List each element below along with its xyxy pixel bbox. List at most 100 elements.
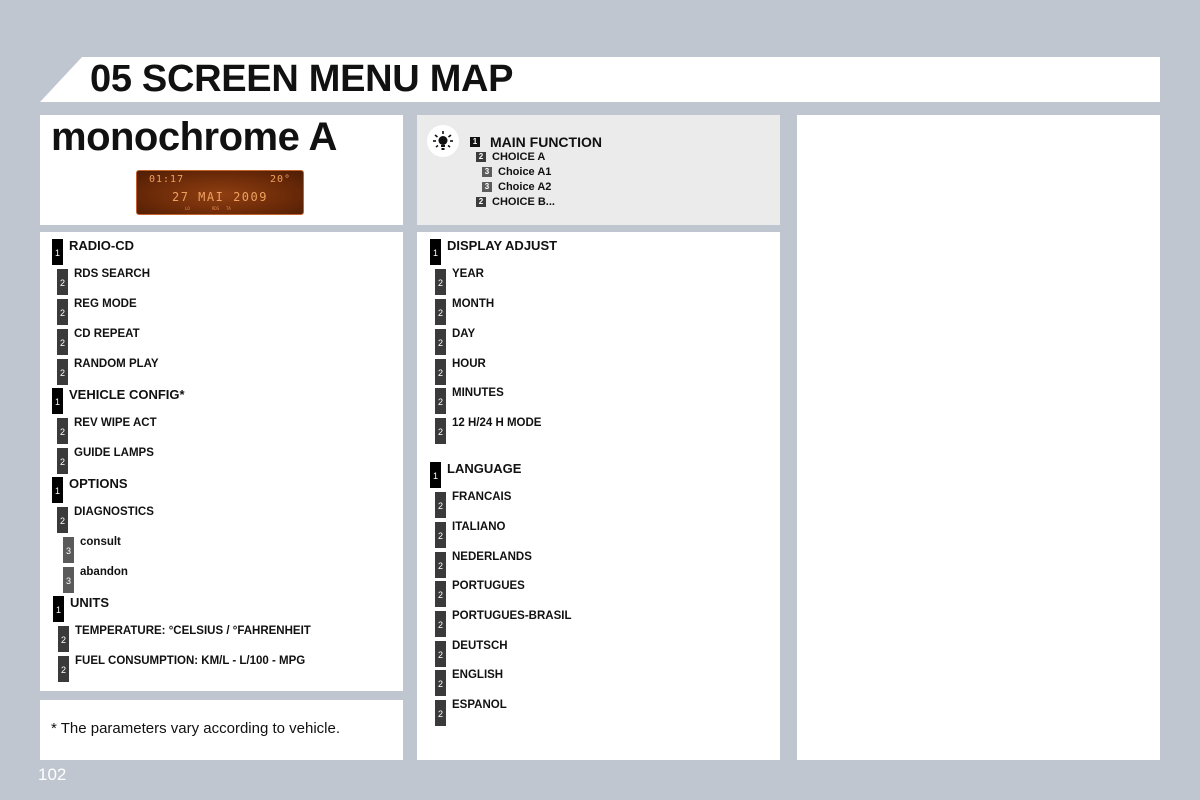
level-badge: 2 (435, 269, 446, 295)
menu-item: 2 FRANCAIS (435, 491, 512, 518)
level-badge: 1 (53, 596, 64, 622)
level-badge: 2 (435, 522, 446, 548)
menu-label: abandon (80, 566, 128, 578)
menu-label: DISPLAY ADJUST (447, 238, 558, 253)
menu-label: VEHICLE CONFIG* (69, 387, 185, 402)
display-type-panel: monochrome A 01:17 20° 27 MAI 2009 LO RD… (40, 115, 403, 225)
legend-panel: 1 MAIN FUNCTION 2 CHOICE A 3 Choice A1 3… (417, 115, 780, 225)
level-badge: 2 (57, 299, 68, 325)
menu-item: 2 ESPANOL (435, 699, 507, 726)
level-badge: 2 (57, 359, 68, 385)
level-badge: 2 (58, 656, 69, 682)
level-badge: 1 (52, 388, 63, 414)
menu-label: OPTIONS (69, 476, 128, 491)
legend-row: 2 CHOICE B... (476, 196, 555, 208)
legend-label: Choice A2 (498, 181, 552, 193)
level-badge: 2 (435, 299, 446, 325)
level-badge: 2 (435, 329, 446, 355)
level-badge: 2 (58, 626, 69, 652)
menu-item: 2 PORTUGUES-BRASIL (435, 610, 572, 637)
menu-label: UNITS (70, 595, 109, 610)
level-badge: 3 (63, 537, 74, 563)
level-badge: 2 (57, 418, 68, 444)
menu-label: ENGLISH (452, 669, 504, 681)
menu-item: 2 ITALIANO (435, 521, 506, 548)
level-badge: 2 (435, 581, 446, 607)
menu-item: 2 DEUTSCH (435, 640, 508, 667)
lcd-temperature: 20° (269, 174, 291, 185)
menu-item: 2 CD REPEAT (57, 328, 140, 355)
level-badge: 2 (435, 641, 446, 667)
level-badge: 2 (435, 700, 446, 726)
empty-panel (797, 115, 1160, 760)
legend-row: 1 MAIN FUNCTION (470, 134, 602, 150)
footnote-text: * The parameters vary according to vehic… (51, 720, 341, 737)
menu-label: DIAGNOSTICS (74, 506, 154, 518)
menu-label: YEAR (452, 268, 484, 280)
menu-item: 3 abandon (63, 566, 128, 593)
menu-item: 1 RADIO-CD (52, 238, 134, 265)
menu-label: RDS SEARCH (74, 268, 151, 280)
menu-label: LANGUAGE (447, 461, 522, 476)
menu-label: PORTUGUES-BRASIL (452, 610, 572, 622)
menu-item: 2 NEDERLANDS (435, 551, 532, 578)
menu-label: DEUTSCH (452, 640, 508, 652)
menu-item: 1 DISPLAY ADJUST (430, 238, 558, 265)
level-badge: 3 (63, 567, 74, 593)
menu-item: 2 REG MODE (57, 298, 137, 325)
level-badge: 2 (476, 197, 486, 207)
page-number: 102 (38, 765, 67, 784)
menu-item: 2 MONTH (435, 298, 495, 325)
lcd-indicator: LO (185, 206, 190, 211)
legend-row: 3 Choice A1 (482, 166, 551, 178)
lightbulb-icon (427, 125, 459, 157)
page-title: 05 SCREEN MENU MAP (90, 58, 514, 100)
level-badge: 2 (435, 670, 446, 696)
menu-item: 2 TEMPERATURE: °CELSIUS / °FAHRENHEIT (58, 625, 311, 652)
lcd-display-image: 01:17 20° 27 MAI 2009 LO RDS TA (136, 170, 304, 215)
display-type-title: monochrome A (51, 115, 337, 159)
legend-label: Choice A1 (498, 166, 552, 178)
level-badge: 2 (435, 418, 446, 444)
menu-label: GUIDE LAMPS (74, 447, 154, 459)
lcd-indicator: TA (226, 206, 231, 211)
menu-item: 2 YEAR (435, 268, 484, 295)
menu-label: RANDOM PLAY (74, 358, 159, 370)
menu-label: consult (80, 536, 121, 548)
legend-label: CHOICE B... (492, 196, 555, 208)
menu-label: REV WIPE ACT (74, 417, 157, 429)
footnote-panel: * The parameters vary according to vehic… (40, 700, 403, 760)
menu-label: ESPANOL (452, 699, 507, 711)
legend-row: 2 CHOICE A (476, 151, 545, 163)
level-badge: 2 (435, 611, 446, 637)
menu-label: TEMPERATURE: °CELSIUS / °FAHRENHEIT (75, 625, 311, 637)
menu-item: 2 FUEL CONSUMPTION: KM/L - L/100 - MPG (58, 655, 305, 682)
menu-item: 1 LANGUAGE (430, 461, 522, 488)
lcd-date: 27 MAI 2009 (172, 190, 268, 204)
level-badge: 2 (435, 388, 446, 414)
menu-label: FRANCAIS (452, 491, 512, 503)
level-badge: 2 (435, 492, 446, 518)
menu-label: RADIO-CD (69, 238, 134, 253)
menu-item: 1 OPTIONS (52, 476, 128, 503)
menu-label: HOUR (452, 358, 486, 370)
menu-item: 2 HOUR (435, 358, 486, 385)
menu-item: 2 DIAGNOSTICS (57, 506, 154, 533)
level-badge: 2 (57, 448, 68, 474)
menu-label: ITALIANO (452, 521, 506, 533)
level-badge: 2 (435, 359, 446, 385)
menu-item: 2 RANDOM PLAY (57, 358, 159, 385)
level-badge: 3 (482, 182, 492, 192)
menu-label: DAY (452, 328, 476, 340)
menu-label: MINUTES (452, 387, 504, 399)
legend-label: CHOICE A (492, 151, 546, 163)
menu-item: 2 ENGLISH (435, 669, 504, 696)
left-menu-panel: 1 RADIO-CD 2 RDS SEARCH 2 REG MODE 2 CD REPE… (40, 232, 403, 691)
middle-menu-panel: 1 DISPLAY ADJUST 2 YEAR 2 MONTH 2 DAY 2 HOUR … (417, 232, 780, 760)
level-badge: 2 (57, 329, 68, 355)
menu-item: 2 MINUTES (435, 387, 504, 414)
menu-label: 12 H/24 H MODE (452, 417, 542, 429)
menu-item: 2 PORTUGUES (435, 580, 525, 607)
legend-label: MAIN FUNCTION (490, 134, 602, 150)
menu-label: MONTH (452, 298, 495, 310)
